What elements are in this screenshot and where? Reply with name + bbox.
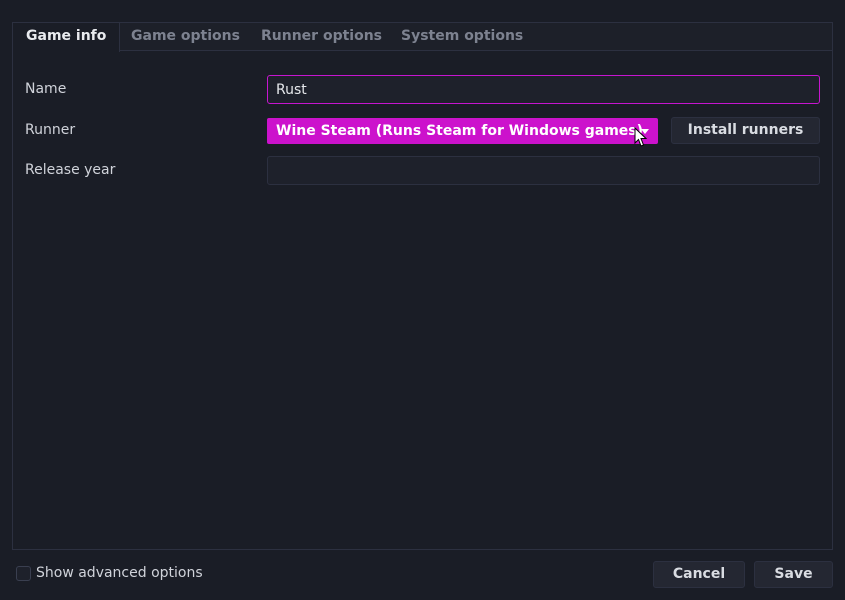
chevron-down-icon xyxy=(641,129,649,134)
cancel-button[interactable]: Cancel xyxy=(653,561,745,588)
runner-select-value: Wine Steam (Runs Steam for Windows games… xyxy=(276,123,644,139)
save-button[interactable]: Save xyxy=(754,561,833,588)
name-label: Name xyxy=(25,81,67,97)
show-advanced-checkbox[interactable] xyxy=(16,566,31,581)
release-year-label: Release year xyxy=(25,162,116,178)
tab-notebook: Game info Game options Runner options Sy… xyxy=(12,22,833,550)
tab-bar: Game info Game options Runner options Sy… xyxy=(13,23,832,52)
name-input[interactable] xyxy=(267,75,820,104)
install-runners-button[interactable]: Install runners xyxy=(671,117,820,144)
release-year-input[interactable] xyxy=(267,156,820,185)
tab-runner-options[interactable]: Runner options xyxy=(248,23,395,51)
tab-game-options[interactable]: Game options xyxy=(118,23,253,51)
tab-game-info[interactable]: Game info xyxy=(13,23,121,52)
tab-system-options[interactable]: System options xyxy=(388,23,536,51)
show-advanced-label[interactable]: Show advanced options xyxy=(36,565,203,581)
game-config-dialog: Game info Game options Runner options Sy… xyxy=(0,0,845,600)
runner-label: Runner xyxy=(25,122,76,138)
runner-select[interactable]: Wine Steam (Runs Steam for Windows games… xyxy=(267,118,658,144)
